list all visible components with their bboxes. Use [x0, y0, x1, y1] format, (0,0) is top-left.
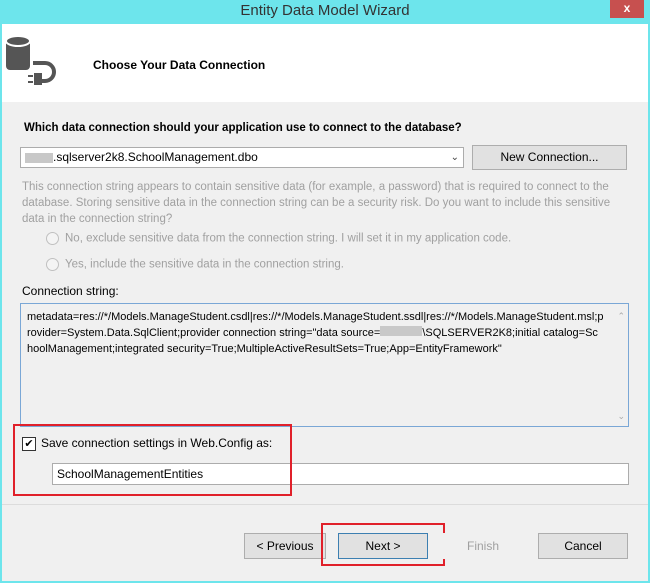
radio-include-sensitive[interactable]: Yes, include the sensitive data in the c… [46, 258, 636, 271]
radio-exclude-sensitive[interactable]: No, exclude sensitive data from the conn… [46, 232, 636, 245]
radio-circle [46, 232, 59, 245]
divider [2, 504, 648, 505]
connection-select[interactable]: .sqlserver2k8.SchoolManagement.dbo ⌄ [20, 147, 464, 168]
wizard-body: Which data connection should your applic… [2, 102, 648, 581]
chevron-down-icon: ⌄ [450, 152, 459, 163]
connection-string-textarea[interactable]: metadata=res://*/Models.ManageStudent.cs… [20, 303, 629, 427]
highlight-box [13, 424, 292, 496]
scroll-up-icon[interactable]: ⌃ [617, 308, 625, 324]
wizard-header: Choose Your Data Connection [2, 24, 648, 102]
radio-circle [46, 258, 59, 271]
close-button[interactable]: x [610, 0, 644, 18]
page-title: Choose Your Data Connection [93, 58, 266, 72]
radio-label: Yes, include the sensitive data in the c… [65, 258, 344, 271]
redacted-server [25, 152, 53, 163]
connection-question: Which data connection should your applic… [24, 122, 462, 134]
scroll-down-icon[interactable]: ⌄ [617, 408, 625, 424]
cancel-button[interactable]: Cancel [538, 533, 628, 559]
radio-label: No, exclude sensitive data from the conn… [65, 232, 512, 245]
finish-button[interactable]: Finish [442, 533, 524, 559]
redacted-server [380, 326, 423, 336]
previous-button[interactable]: < Previous [244, 533, 326, 559]
new-connection-button[interactable]: New Connection... [472, 145, 627, 170]
connection-select-value: .sqlserver2k8.SchoolManagement.dbo [53, 150, 258, 164]
window-title: Entity Data Model Wizard [240, 2, 410, 19]
connection-string-label: Connection string: [22, 284, 119, 298]
database-plug-icon [5, 35, 56, 85]
highlight-box [321, 523, 445, 566]
sensitive-data-warning: This connection string appears to contai… [22, 181, 611, 225]
